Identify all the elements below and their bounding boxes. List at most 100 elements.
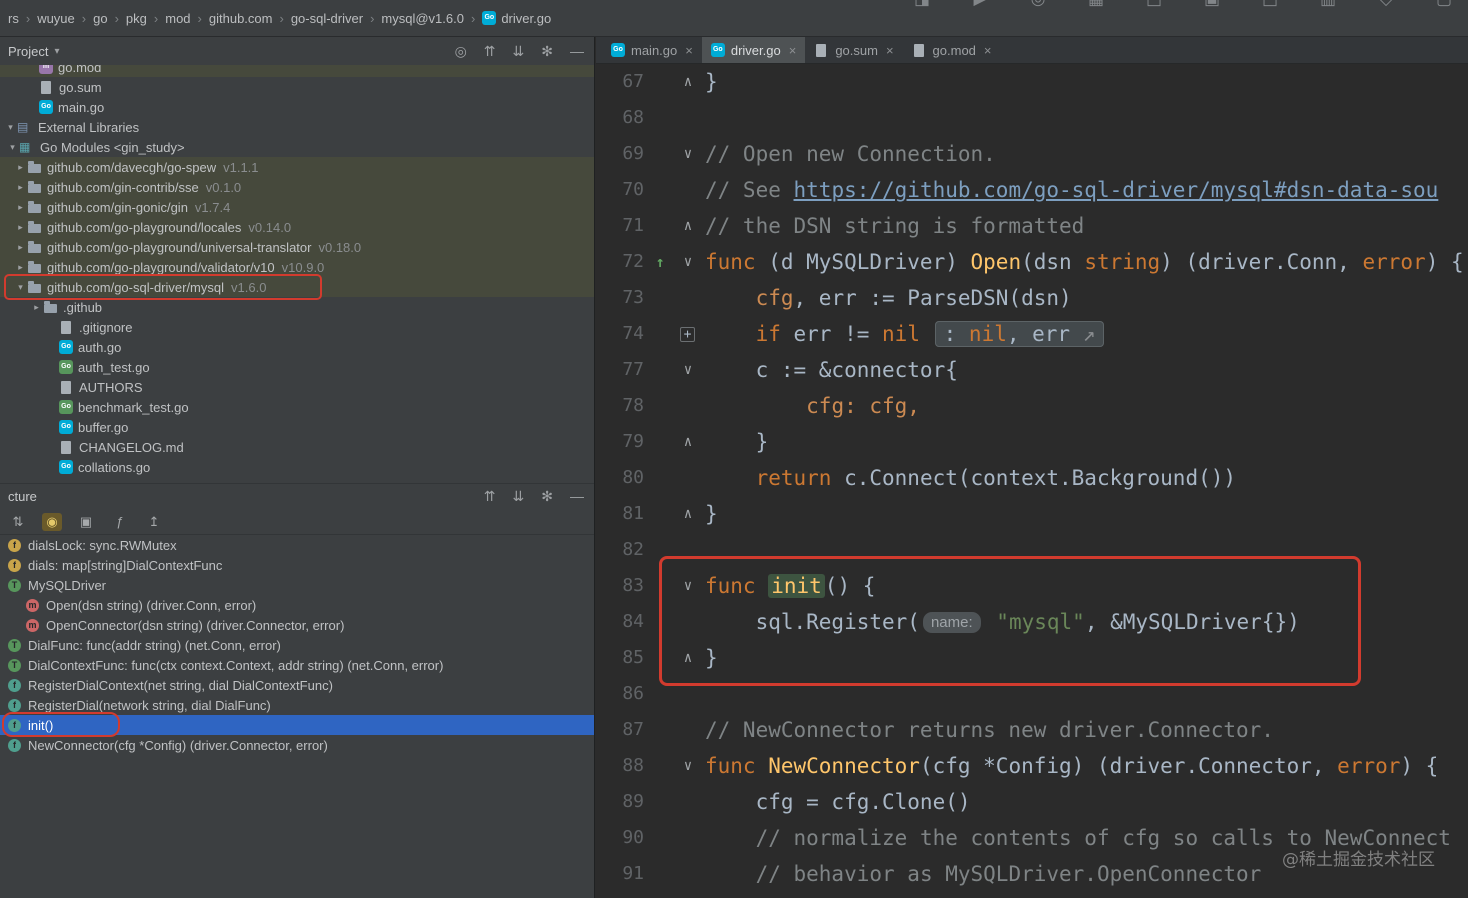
structure-item-openconnector-dsn-string-driver-connecto[interactable]: m OpenConnector(dsn string) (driver.Conne… [0,615,594,635]
structure-item-newconnector-cfg-config-driver-connector[interactable]: f NewConnector(cfg *Config) (driver.Conne… [0,735,594,755]
code-line[interactable]: 82 [596,532,1468,568]
sort-alphabetically-icon[interactable]: ⇅ [8,513,28,531]
toolbar-icon[interactable]: ◳ [1260,0,1280,9]
fold-marker[interactable]: ∨ [676,244,700,280]
implements-icon[interactable]: ↑ [644,244,676,280]
tree-expand-arrow[interactable]: ▸ [14,162,27,173]
code-line[interactable]: 68 [596,100,1468,136]
code-line[interactable]: 85 ∧} [596,640,1468,676]
toolbar-icon[interactable]: ▢ [1434,0,1454,9]
tree-item-github-com-go-playground-validator-v10[interactable]: ▸ github.com/go-playground/validator/v10 v… [0,257,594,277]
code-line[interactable]: 92 if err := cfg.normalize(); err != nil… [596,892,1468,898]
settings-icon[interactable]: ✻ [541,43,553,60]
tree-expand-arrow[interactable]: ▸ [14,242,27,253]
project-panel-title[interactable]: Project [8,44,48,59]
structure-item-registerdial-network-string-dial-dialfun[interactable]: f RegisterDial(network string, dial DialF… [0,695,594,715]
structure-item-dialfunc-func-addr-string-net-conn-error[interactable]: T DialFunc: func(addr string) (net.Conn, … [0,635,594,655]
breadcrumb-item-rs[interactable]: rs [8,11,19,26]
code-area[interactable]: 67 ∧} 68 69 ∨// Open new Connection. 70// See… [596,64,1468,898]
tree-expand-arrow[interactable]: ▸ [14,262,27,273]
code-line[interactable]: 72 ↑ ∨ func (d MySQLDriver) Open(dsn string… [596,244,1468,280]
tree-expand-arrow[interactable]: ▸ [14,182,27,193]
toolbar-icon[interactable]: ◨ [912,0,932,9]
structure-item-init[interactable]: f init() [0,715,594,735]
code-line[interactable]: 89 cfg = cfg.Clone() [596,784,1468,820]
structure-item-open-dsn-string-driver-conn-error[interactable]: m Open(dsn string) (driver.Conn, error) [0,595,594,615]
show-inherited-icon[interactable]: ↥ [144,513,164,531]
tree-item-github-com-davecgh-go-spew[interactable]: ▸ github.com/davecgh/go-spew v1.1.1 [0,157,594,177]
tree-item-github-com-go-playground-locales[interactable]: ▸ github.com/go-playground/locales v0.14.0 [0,217,594,237]
chevron-down-icon[interactable]: ▾ [54,46,59,57]
fold-marker[interactable]: ∧ [676,424,700,460]
expand-all-icon[interactable]: ⇊ [513,43,525,60]
breadcrumb-item-go[interactable]: go [93,11,107,26]
tree-expand-arrow[interactable]: ▾ [4,122,17,133]
fold-marker[interactable]: + [680,326,695,342]
breadcrumb-item-go-sql-driver[interactable]: go-sql-driver [291,11,363,26]
code-line[interactable]: 69 ∨// Open new Connection. [596,136,1468,172]
toolbar-icon[interactable]: ◇ [1376,0,1396,9]
fold-marker[interactable]: ∧ [676,640,700,676]
tree-item-collations-go[interactable]: Go collations.go [0,457,594,477]
tab-go-sum[interactable]: go.sum × [805,37,902,63]
fold-marker[interactable]: ∨ [676,136,700,172]
breadcrumb-item-pkg[interactable]: pkg [126,11,147,26]
code-line[interactable]: 86 [596,676,1468,712]
code-line[interactable]: 73 cfg, err := ParseDSN(dsn) [596,280,1468,316]
tree-item-benchmark-test-go[interactable]: Go benchmark_test.go [0,397,594,417]
tree-item-buffer-go[interactable]: Go buffer.go [0,417,594,437]
tree-item-github-com-gin-gonic-gin[interactable]: ▸ github.com/gin-gonic/gin v1.7.4 [0,197,594,217]
fold-marker[interactable]: ∨ [676,352,700,388]
code-line[interactable]: 81 ∧} [596,496,1468,532]
tree-item-changelog-md[interactable]: CHANGELOG.md [0,437,594,457]
group-by-kind-icon[interactable]: ▣ [76,513,96,531]
fold-marker[interactable]: ∨ [676,748,700,784]
tree-item-go-modules-gin-study[interactable]: ▾ ▦ Go Modules <gin_study> [0,137,594,157]
fold-marker[interactable]: ∧ [676,64,700,100]
collapse-all-icon[interactable]: ⇈ [484,488,496,505]
code-line[interactable]: 79 ∧ } [596,424,1468,460]
code-line[interactable]: 87 // NewConnector returns new driver.Con… [596,712,1468,748]
tree-item-auth-test-go[interactable]: Go auth_test.go [0,357,594,377]
tree-item-auth-go[interactable]: Go auth.go [0,337,594,357]
settings-icon[interactable]: ✻ [541,488,553,505]
expand-all-icon[interactable]: ⇊ [513,488,525,505]
toolbar-icon[interactable]: ◎ [1028,0,1048,9]
structure-item-registerdialcontext-net-string-dial-dial[interactable]: f RegisterDialContext(net string, dial Di… [0,675,594,695]
tab-close-icon[interactable]: × [984,43,992,58]
tree-item-gitignore[interactable]: .gitignore [0,317,594,337]
code-line[interactable]: 67 ∧} [596,64,1468,100]
code-line[interactable]: 74 + if err != nil : nil, err ↗ [596,316,1468,352]
fold-marker[interactable]: ∧ [676,208,700,244]
tree-item-github-com-gin-contrib-sse[interactable]: ▸ github.com/gin-contrib/sse v0.1.0 [0,177,594,197]
structure-item-mysqldriver[interactable]: T MySQLDriver [0,575,594,595]
structure-item-dialcontextfunc-func-ctx-context-context[interactable]: T DialContextFunc: func(ctx context.Conte… [0,655,594,675]
tree-expand-arrow[interactable]: ▸ [14,202,27,213]
breadcrumb-item-mysql-v1-6-0[interactable]: mysql@v1.6.0 [381,11,464,26]
folded-code-pill[interactable]: : nil, err ↗ [934,321,1105,347]
tree-item-main-go[interactable]: Go main.go [0,97,594,117]
code-line[interactable]: 88 ∨ func NewConnector(cfg *Config) (drive… [596,748,1468,784]
hide-icon[interactable]: — [570,43,584,60]
fold-marker[interactable]: ∧ [676,496,700,532]
tree-expand-arrow[interactable]: ▸ [14,222,27,233]
structure-item-dials-map-string-dialcontextfunc[interactable]: f dials: map[string]DialContextFunc [0,555,594,575]
tab-close-icon[interactable]: × [789,43,797,58]
structure-item-dialslock-sync-rwmutex[interactable]: f dialsLock: sync.RWMutex [0,535,594,555]
tab-go-mod[interactable]: go.mod × [903,37,1001,63]
toolbar-icon[interactable]: ▥ [1318,0,1338,9]
toolbar-icon[interactable]: ▣ [1202,0,1222,9]
breadcrumb-item-driver-go[interactable]: driver.go [501,11,551,26]
tree-item-github-com-go-sql-driver-mysql[interactable]: ▾ github.com/go-sql-driver/mysql v1.6.0 [0,277,594,297]
tab-close-icon[interactable]: × [685,43,693,58]
tree-item-github[interactable]: ▸ .github [0,297,594,317]
toolbar-icon[interactable]: ▶ [970,0,990,9]
code-line[interactable]: 80 return c.Connect(context.Background()… [596,460,1468,496]
toolbar-icon[interactable]: ◰ [1144,0,1164,9]
tab-main-go[interactable]: Go main.go × [602,37,702,63]
code-line[interactable]: 84 sql.Register(name: "mysql", &MySQLDri… [596,604,1468,640]
hide-icon[interactable]: — [570,488,584,505]
tree-item-external-libraries[interactable]: ▾ ▤ External Libraries [0,117,594,137]
toolbar-icon[interactable]: ▦ [1086,0,1106,9]
code-line[interactable]: 83 ∨ func init() { [596,568,1468,604]
